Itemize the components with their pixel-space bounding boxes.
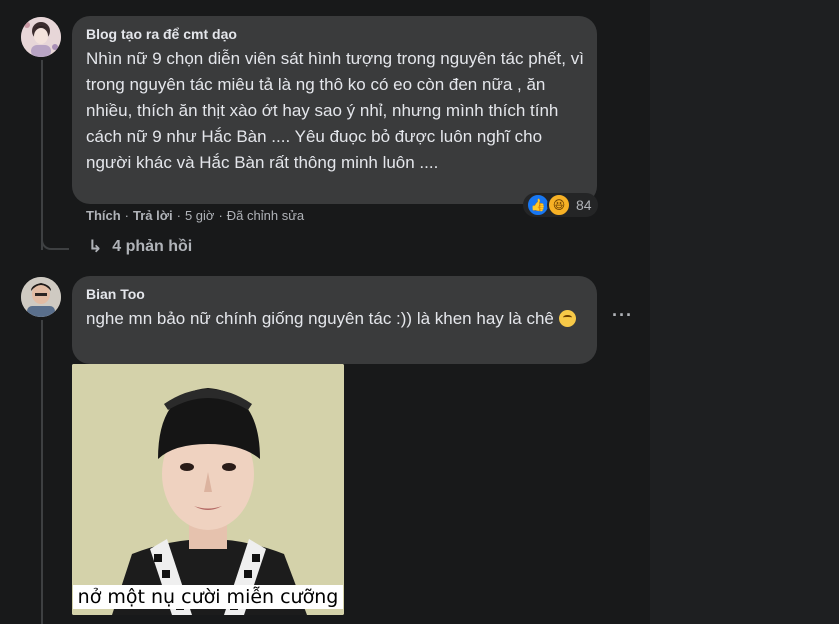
more-options-button[interactable]: ··· — [612, 305, 633, 326]
avatar[interactable] — [21, 277, 61, 317]
separator-dot: · — [176, 208, 181, 223]
reaction-summary[interactable]: 👍 😆 84 — [523, 193, 598, 217]
thread-line — [41, 60, 43, 250]
comment-bubble: Blog tạo ra để cmt dạo Nhìn nữ 9 chọn di… — [72, 16, 597, 204]
view-replies-link[interactable]: ↳ 4 phản hồi — [88, 237, 192, 257]
sad-emoji-icon — [558, 310, 576, 327]
comment-text: nghe mn bảo nữ chính giống nguyên tác :)… — [86, 306, 585, 332]
photo-caption-text: nở một nụ cười miễn cưỡng — [72, 585, 344, 609]
comment-actions: Thích · Trả lời · 5 giờ · Đã chỉnh sửa — [86, 208, 304, 223]
photo-caption: nở một nụ cười miễn cưỡng — [72, 585, 344, 609]
comment-photo[interactable]: nở một nụ cười miễn cưỡng — [72, 364, 344, 615]
reaction-count: 84 — [576, 197, 592, 213]
replies-label: 4 phản hồi — [112, 238, 193, 255]
edited-label: Đã chỉnh sửa — [226, 208, 305, 223]
comment-text: Nhìn nữ 9 chọn diễn viên sát hình tượng … — [86, 49, 584, 172]
thread-connector — [41, 236, 69, 250]
separator-dot: · — [218, 208, 223, 223]
person-photo-icon — [72, 364, 344, 615]
thread-line — [41, 320, 43, 624]
avatar[interactable] — [21, 17, 61, 57]
comment-author[interactable]: Bian Too — [86, 285, 585, 303]
like-link[interactable]: Thích — [86, 208, 121, 223]
haha-icon: 😆 — [547, 193, 571, 217]
comment-bubble: Bian Too nghe mn bảo nữ chính giống nguy… — [72, 276, 597, 364]
reply-link[interactable]: Trả lời — [133, 208, 173, 223]
separator-dot: · — [124, 208, 130, 223]
comment-text-content: nghe mn bảo nữ chính giống nguyên tác :)… — [86, 309, 554, 328]
reply-arrow-icon: ↳ — [88, 237, 103, 256]
avatar-illustration-icon — [21, 17, 61, 57]
comment-timestamp[interactable]: 5 giờ — [185, 208, 215, 223]
comment-author[interactable]: Blog tạo ra để cmt dạo — [86, 25, 585, 43]
avatar-photo-icon — [21, 277, 61, 317]
right-sidebar-panel — [650, 0, 839, 624]
